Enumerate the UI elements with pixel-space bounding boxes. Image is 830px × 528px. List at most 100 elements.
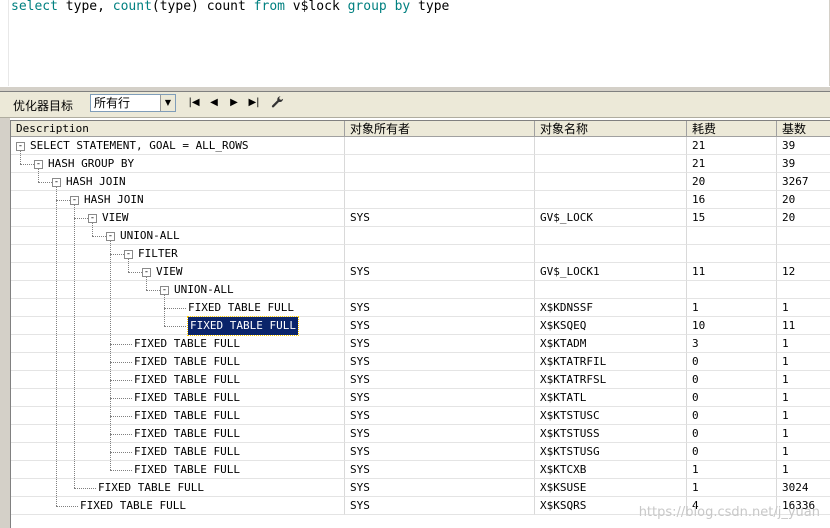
tree-connector [20, 151, 21, 164]
collapse-toggle-icon[interactable]: - [16, 142, 25, 151]
tree-connector [146, 290, 160, 291]
collapse-toggle-icon[interactable]: - [106, 232, 115, 241]
plan-row[interactable]: - SELECT STATEMENT, GOAL = ALL_ROWS 21 39 [11, 137, 830, 155]
cost-cell: 11 [687, 263, 777, 281]
plan-row[interactable]: - HASH GROUP BY 21 39 [11, 155, 830, 173]
cardinality-cell: 39 [777, 137, 830, 155]
explain-plan-grid[interactable]: Description 对象所有者 对象名称 耗费 基数 - SELECT STATEMEN… [10, 120, 830, 528]
plan-row[interactable]: - FILTER [11, 245, 830, 263]
collapse-toggle-icon[interactable]: - [34, 160, 43, 169]
tree-connector [92, 236, 106, 237]
plan-row[interactable]: - HASH JOIN 16 20 [11, 191, 830, 209]
operation-text: HASH JOIN [66, 175, 126, 188]
tree-connector [56, 187, 57, 506]
operation-text: FIXED TABLE FULL [80, 499, 186, 512]
cost-cell [687, 281, 777, 299]
optimizer-goal-select[interactable]: 所有行 ▼ [90, 94, 176, 112]
plan-row[interactable]: FIXED TABLE FULL SYS X$KTSTUSG 0 1 [11, 443, 830, 461]
next-record-icon[interactable]: ▶ [226, 96, 242, 110]
plan-row[interactable]: FIXED TABLE FULL SYS X$KTATL 0 1 [11, 389, 830, 407]
operation-text: FIXED TABLE FULL [134, 427, 240, 440]
tree-connector [110, 380, 132, 381]
sql-statement[interactable]: select type, count(type) count from v$lo… [11, 0, 449, 14]
collapse-toggle-icon[interactable]: - [142, 268, 151, 277]
owner-cell: SYS [345, 425, 535, 443]
wrench-icon[interactable] [270, 95, 286, 111]
description-cell: FIXED TABLE FULL [11, 479, 345, 497]
owner-cell [345, 191, 535, 209]
operation-text: FIXED TABLE FULL [188, 301, 294, 314]
column-header-description[interactable]: Description [11, 121, 345, 137]
object-name-cell: X$KTATL [535, 389, 687, 407]
plan-row[interactable]: FIXED TABLE FULL SYS X$KTCXB 1 1 [11, 461, 830, 479]
cost-cell: 1 [687, 299, 777, 317]
description-cell: - HASH GROUP BY [11, 155, 345, 173]
column-header-object-name[interactable]: 对象名称 [535, 121, 687, 137]
owner-cell [345, 281, 535, 299]
plan-row[interactable]: - UNION-ALL [11, 227, 830, 245]
plan-row[interactable]: FIXED TABLE FULL SYS X$KTATRFSL 0 1 [11, 371, 830, 389]
prev-record-icon[interactable]: ◀ [206, 96, 222, 110]
plan-row[interactable]: FIXED TABLE FULL SYS X$KTSTUSC 0 1 [11, 407, 830, 425]
object-name-cell: X$KTATRFSL [535, 371, 687, 389]
cost-cell: 0 [687, 425, 777, 443]
sql-token: from [253, 0, 285, 14]
object-name-cell: GV$_LOCK1 [535, 263, 687, 281]
collapse-toggle-icon[interactable]: - [70, 196, 79, 205]
last-record-icon[interactable]: ▶| [246, 96, 262, 110]
cardinality-cell: 3024 [777, 479, 830, 497]
collapse-toggle-icon[interactable]: - [124, 250, 133, 259]
column-header-owner[interactable]: 对象所有者 [345, 121, 535, 137]
column-header-cardinality[interactable]: 基数 [777, 121, 830, 137]
owner-cell: SYS [345, 263, 535, 281]
plan-row[interactable]: FIXED TABLE FULL SYS X$KTATRFIL 0 1 [11, 353, 830, 371]
plan-row[interactable]: FIXED TABLE FULL SYS X$KSUSE 1 3024 [11, 479, 830, 497]
cardinality-cell: 1 [777, 443, 830, 461]
owner-cell [345, 155, 535, 173]
cardinality-cell: 1 [777, 461, 830, 479]
operation-text: VIEW [156, 265, 183, 278]
editor-gutter [0, 0, 9, 86]
plan-row[interactable]: FIXED TABLE FULL SYS X$KTSTUSS 0 1 [11, 425, 830, 443]
dropdown-arrow-icon[interactable]: ▼ [160, 95, 175, 111]
owner-cell: SYS [345, 389, 535, 407]
first-record-icon[interactable]: |◀ [186, 96, 202, 110]
operation-text: FIXED TABLE FULL [134, 409, 240, 422]
description-cell: - UNION-ALL [11, 281, 345, 299]
sql-token: type, [57, 0, 113, 14]
plan-row[interactable]: - HASH JOIN 20 3267 [11, 173, 830, 191]
collapse-toggle-icon[interactable]: - [88, 214, 97, 223]
cost-cell: 21 [687, 137, 777, 155]
plan-row[interactable]: FIXED TABLE FULL SYS X$KSQEQ 10 11 [11, 316, 830, 336]
sql-editor[interactable]: select type, count(type) count from v$lo… [0, 0, 830, 86]
tree-connector [38, 182, 52, 183]
plan-row[interactable]: - VIEW SYS GV$_LOCK 15 20 [11, 209, 830, 227]
plan-row[interactable]: - UNION-ALL [11, 281, 830, 299]
object-name-cell: X$KTADM [535, 335, 687, 353]
description-cell: - VIEW [11, 263, 345, 281]
operation-text: FIXED TABLE FULL [134, 391, 240, 404]
operation-text: FIXED TABLE FULL [134, 445, 240, 458]
plan-row[interactable]: - VIEW SYS GV$_LOCK1 11 12 [11, 263, 830, 281]
collapse-toggle-icon[interactable]: - [52, 178, 61, 187]
explain-plan-toolbar: 优化器目标 所有行 ▼ |◀ ◀ ▶ ▶| [0, 92, 830, 118]
tree-connector [110, 344, 132, 345]
object-name-cell [535, 173, 687, 191]
object-name-cell: X$KTSTUSG [535, 443, 687, 461]
cost-cell: 1 [687, 461, 777, 479]
plan-row[interactable]: FIXED TABLE FULL SYS X$KDNSSF 1 1 [11, 299, 830, 317]
description-cell: - HASH JOIN [11, 191, 345, 209]
tree-connector [128, 259, 129, 272]
column-header-cost[interactable]: 耗费 [687, 121, 777, 137]
cardinality-cell: 39 [777, 155, 830, 173]
owner-cell: SYS [345, 335, 535, 353]
tree-connector [110, 434, 132, 435]
owner-cell [345, 227, 535, 245]
plan-row[interactable]: FIXED TABLE FULL SYS X$KTADM 3 1 [11, 335, 830, 353]
cost-cell: 15 [687, 209, 777, 227]
owner-cell: SYS [345, 371, 535, 389]
sql-token: count [206, 0, 246, 14]
owner-cell: SYS [345, 461, 535, 479]
collapse-toggle-icon[interactable]: - [160, 286, 169, 295]
